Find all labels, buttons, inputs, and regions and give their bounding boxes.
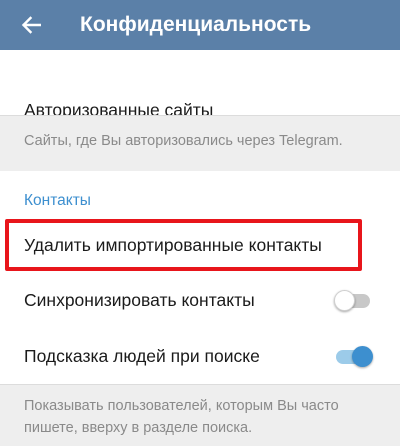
- delete-imported-contacts-item[interactable]: Удалить импортированные контакты: [0, 216, 400, 274]
- sync-contacts-label: Синхронизировать контакты: [24, 289, 255, 310]
- suggest-people-hint: Показывать пользователей, которым Вы час…: [0, 384, 400, 446]
- suggest-people-toggle[interactable]: [334, 345, 374, 367]
- suggest-people-label: Подсказка людей при поиске: [24, 345, 260, 366]
- contacts-section-header: Контакты: [0, 171, 400, 219]
- sync-contacts-toggle[interactable]: [334, 289, 374, 311]
- back-button[interactable]: [0, 0, 62, 50]
- app-header: Конфиденциальность: [0, 0, 400, 50]
- toggle-knob: [352, 346, 373, 367]
- toggle-knob: [334, 290, 355, 311]
- authorized-sites-hint: Сайты, где Вы авторизовались через Teleg…: [0, 115, 400, 171]
- delete-imported-contacts-label: Удалить импортированные контакты: [24, 234, 322, 255]
- sync-contacts-item[interactable]: Синхронизировать контакты: [0, 272, 400, 328]
- arrow-left-icon: [21, 16, 41, 34]
- suggest-people-item[interactable]: Подсказка людей при поиске: [0, 328, 400, 384]
- page-title: Конфиденциальность: [80, 13, 312, 36]
